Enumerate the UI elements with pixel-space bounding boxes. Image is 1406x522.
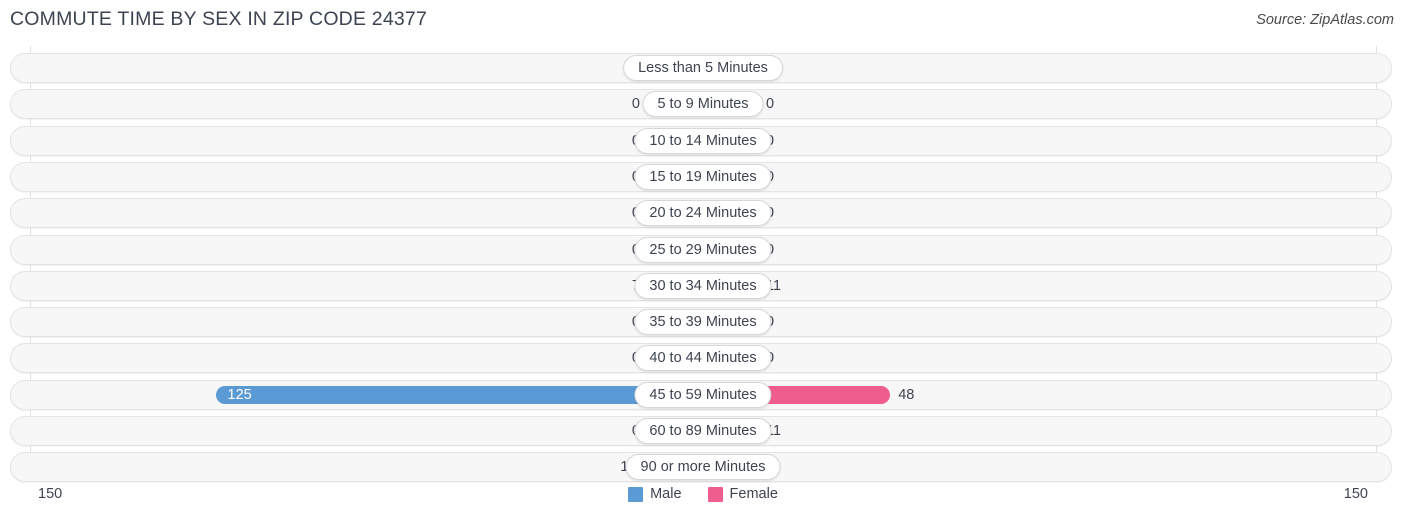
- diverging-bar-chart: 00Less than 5 Minutes005 to 9 Minutes001…: [0, 42, 1406, 483]
- category-label: 40 to 44 Minutes: [634, 345, 772, 372]
- legend-item-female[interactable]: Female: [707, 486, 778, 502]
- chart-footer: 150 150 Male Female: [0, 482, 1406, 522]
- chart-row: 00Less than 5 Minutes: [0, 53, 1406, 83]
- category-label: 60 to 89 Minutes: [634, 418, 772, 444]
- value-label-female: 0: [766, 96, 775, 113]
- value-label-male: 0: [578, 313, 640, 331]
- chart-header: COMMUTE TIME BY SEX IN ZIP CODE 24377 So…: [0, 0, 1406, 42]
- chart-row: 0 035 to 39 Minutes: [0, 307, 1406, 338]
- value-label-female: 11: [766, 423, 782, 439]
- value-label-female: 11: [766, 277, 782, 294]
- value-label-female: 0: [766, 168, 828, 186]
- category-label: 90 or more Minutes: [625, 454, 781, 481]
- value-label-male: 0: [578, 241, 640, 259]
- legend-label: Female: [729, 486, 778, 502]
- category-label: 20 to 24 Minutes: [634, 200, 772, 227]
- category-label: 35 to 39 Minutes: [634, 309, 772, 336]
- source-attribution: Source: ZipAtlas.com: [1256, 12, 1394, 28]
- legend-item-male[interactable]: Male: [628, 486, 682, 502]
- value-label-male: 0: [631, 96, 640, 113]
- value-label-male: 0: [578, 204, 640, 222]
- value-label-male: 0: [578, 168, 640, 186]
- bar-male: [215, 385, 703, 404]
- value-label-female: 0: [766, 349, 828, 367]
- category-label: 25 to 29 Minutes: [634, 236, 772, 263]
- category-label: 15 to 19 Minutes: [634, 163, 772, 190]
- chart-row: 0 015 to 19 Minutes: [0, 161, 1406, 192]
- legend-swatch-icon: [707, 486, 723, 502]
- category-label: 30 to 34 Minutes: [634, 272, 772, 299]
- value-label-female: 0: [766, 241, 828, 259]
- legend-swatch-icon: [628, 486, 644, 502]
- page-title: COMMUTE TIME BY SEX IN ZIP CODE 24377: [10, 8, 428, 30]
- value-label-male: 0: [578, 349, 640, 367]
- chart-row: 15090 or more Minutes: [0, 452, 1406, 483]
- chart-row: 0 05 to 9 Minutes: [0, 89, 1406, 120]
- chart-legend: Male Female: [0, 486, 1406, 502]
- value-label-female: 0: [766, 132, 828, 150]
- category-label: 5 to 9 Minutes: [642, 91, 764, 118]
- category-label: Less than 5 Minutes: [623, 55, 783, 81]
- chart-row: 0 020 to 24 Minutes: [0, 198, 1406, 229]
- value-label-male: 125: [227, 386, 252, 403]
- category-label: 10 to 14 Minutes: [634, 127, 772, 154]
- value-label-female: 48: [898, 386, 915, 403]
- chart-row: 0 025 to 29 Minutes: [0, 234, 1406, 265]
- chart-row: 0 1160 to 89 Minutes: [0, 416, 1406, 446]
- legend-label: Male: [650, 486, 682, 502]
- chart-row: 0 040 to 44 Minutes: [0, 343, 1406, 374]
- value-label-male: 7: [578, 277, 640, 295]
- value-label-male: 0: [578, 132, 640, 150]
- value-label-female: 0: [766, 204, 828, 222]
- chart-row: 0 010 to 14 Minutes: [0, 125, 1406, 156]
- chart-row: 7 1130 to 34 Minutes: [0, 270, 1406, 301]
- value-label-male: 0: [578, 422, 640, 440]
- chart-row: 125 48 45 to 59 Minutes: [0, 379, 1406, 410]
- value-label-female: 0: [766, 313, 828, 331]
- category-label: 45 to 59 Minutes: [634, 381, 772, 408]
